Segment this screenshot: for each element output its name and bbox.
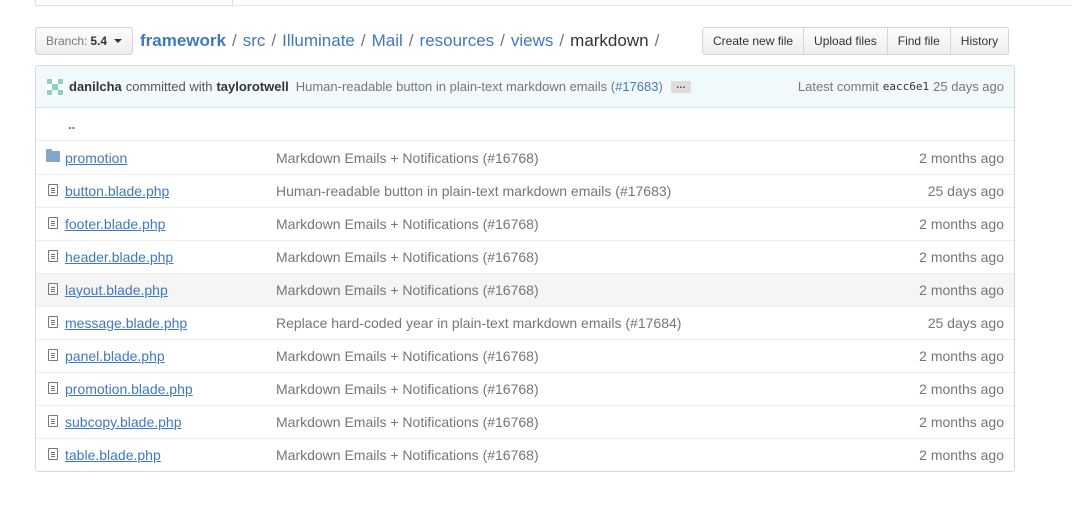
create-new-file-button[interactable]: Create new file	[702, 27, 805, 55]
breadcrumb-separator: /	[231, 31, 237, 50]
file-age: 2 months ago	[919, 249, 1004, 265]
branch-label: Branch:	[46, 34, 88, 48]
breadcrumb-separator: /	[500, 31, 505, 50]
branch-select-button[interactable]: Branch: 5.4	[35, 27, 134, 55]
branch-value: 5.4	[90, 34, 108, 48]
list-item: layout.blade.php Markdown Emails + Notif…	[36, 273, 1014, 306]
breadcrumb-current: markdown	[570, 31, 649, 50]
file-age: 2 months ago	[919, 282, 1004, 298]
commit-message[interactable]: Human-readable button in plain-text mark…	[296, 79, 663, 94]
list-item: subcopy.blade.php Markdown Emails + Noti…	[36, 405, 1014, 438]
file-icon	[45, 382, 61, 396]
file-icon	[45, 415, 61, 429]
file-age: 25 days ago	[927, 315, 1004, 331]
file-name-link[interactable]: footer.blade.php	[65, 216, 165, 232]
file-icon	[45, 250, 61, 264]
chevron-down-icon	[114, 39, 123, 43]
commit-message-text[interactable]: Human-readable button in plain-text mark…	[296, 79, 615, 94]
file-commit-message[interactable]: Markdown Emails + Notifications (#16768)	[276, 216, 539, 232]
expand-commit-button[interactable]: …	[670, 80, 691, 93]
breadcrumb-separator: /	[408, 31, 414, 50]
file-name-link[interactable]: table.blade.php	[65, 447, 161, 463]
file-age: 25 days ago	[927, 183, 1004, 199]
parent-directory-row: ..	[36, 108, 1014, 141]
file-commit-message[interactable]: Markdown Emails + Notifications (#16768)	[276, 150, 539, 166]
file-icon	[45, 184, 61, 198]
commit-age: 25 days ago	[933, 79, 1004, 94]
committer-link[interactable]: taylorotwell	[216, 79, 288, 94]
file-age: 2 months ago	[919, 216, 1004, 232]
file-name-link[interactable]: promotion.blade.php	[65, 381, 193, 397]
folder-icon	[45, 149, 61, 164]
commit-pr-link[interactable]: #17683	[615, 79, 658, 94]
file-name-link[interactable]: layout.blade.php	[65, 282, 168, 298]
file-age: 2 months ago	[919, 414, 1004, 430]
commit-message-end: )	[658, 79, 663, 94]
file-icon	[45, 316, 61, 330]
file-name-link[interactable]: subcopy.blade.php	[65, 414, 182, 430]
list-item: button.blade.php Human-readable button i…	[36, 174, 1014, 207]
breadcrumb-link-src[interactable]: src	[243, 31, 266, 51]
file-commit-message[interactable]: Markdown Emails + Notifications (#16768)	[276, 348, 539, 364]
file-commit-message[interactable]: Markdown Emails + Notifications (#16768)	[276, 381, 539, 397]
file-commit-message[interactable]: Human-readable button in plain-text mark…	[276, 183, 671, 199]
list-item: message.blade.php Replace hard-coded yea…	[36, 306, 1014, 339]
file-commit-message[interactable]: Markdown Emails + Notifications (#16768)	[276, 249, 539, 265]
repo-nav-tab	[35, 0, 233, 6]
file-commit-message[interactable]: Markdown Emails + Notifications (#16768)	[276, 447, 539, 463]
commit-author-link[interactable]: danilcha	[69, 79, 122, 94]
breadcrumb-separator: /	[654, 31, 660, 50]
breadcrumb-separator: /	[271, 31, 277, 50]
breadcrumb-link-illuminate[interactable]: Illuminate	[282, 31, 355, 51]
list-item: table.blade.php Markdown Emails + Notifi…	[36, 438, 1014, 471]
file-name-link[interactable]: message.blade.php	[65, 315, 187, 331]
commit-sha-link[interactable]: eacc6e1	[883, 80, 929, 93]
file-name-link[interactable]: button.blade.php	[65, 183, 169, 199]
breadcrumb-separator: /	[360, 31, 366, 50]
file-commit-message[interactable]: Markdown Emails + Notifications (#16768)	[276, 414, 539, 430]
file-age: 2 months ago	[919, 149, 1004, 166]
file-name-link[interactable]: header.blade.php	[65, 249, 173, 265]
file-commit-message[interactable]: Markdown Emails + Notifications (#16768)	[276, 282, 539, 298]
breadcrumb-separator: /	[559, 31, 565, 50]
file-icon	[45, 217, 61, 231]
file-list: promotion Markdown Emails + Notification…	[36, 141, 1014, 471]
list-item: panel.blade.php Markdown Emails + Notifi…	[36, 339, 1014, 372]
file-age: 2 months ago	[919, 381, 1004, 397]
latest-commit-bar: danilcha committed with taylorotwell Hum…	[36, 66, 1014, 108]
list-item: header.blade.php Markdown Emails + Notif…	[36, 240, 1014, 273]
file-name-link[interactable]: promotion	[65, 150, 127, 166]
history-button[interactable]: History	[949, 27, 1010, 55]
parent-directory-link[interactable]: ..	[68, 117, 75, 132]
committed-with-text: committed with	[125, 79, 213, 94]
file-age: 2 months ago	[919, 447, 1004, 463]
file-icon	[45, 283, 61, 297]
list-item: promotion Markdown Emails + Notification…	[36, 141, 1014, 174]
file-age: 2 months ago	[919, 348, 1004, 364]
file-icon	[45, 349, 61, 363]
find-file-button[interactable]: Find file	[886, 27, 951, 55]
list-item: footer.blade.php Markdown Emails + Notif…	[36, 207, 1014, 240]
breadcrumb-link-resources[interactable]: resources	[420, 31, 495, 51]
latest-commit-label: Latest commit	[797, 79, 879, 94]
breadcrumb-link-views[interactable]: views	[511, 31, 554, 51]
breadcrumb-root-link[interactable]: framework	[140, 31, 226, 51]
file-browser: danilcha committed with taylorotwell Hum…	[35, 65, 1015, 472]
file-commit-message[interactable]: Replace hard-coded year in plain-text ma…	[276, 315, 681, 331]
repo-nav-divider	[231, 5, 1072, 6]
breadcrumb-link-mail[interactable]: Mail	[372, 31, 403, 51]
list-item: promotion.blade.php Markdown Emails + No…	[36, 372, 1014, 405]
file-icon	[45, 448, 61, 462]
upload-files-button[interactable]: Upload files	[803, 27, 888, 55]
file-actions: Create new file Upload files Find file H…	[702, 27, 1010, 55]
file-name-link[interactable]: panel.blade.php	[65, 348, 165, 364]
avatar[interactable]	[46, 77, 64, 96]
breadcrumb: framework / src / Illuminate / Mail / re…	[140, 29, 665, 53]
